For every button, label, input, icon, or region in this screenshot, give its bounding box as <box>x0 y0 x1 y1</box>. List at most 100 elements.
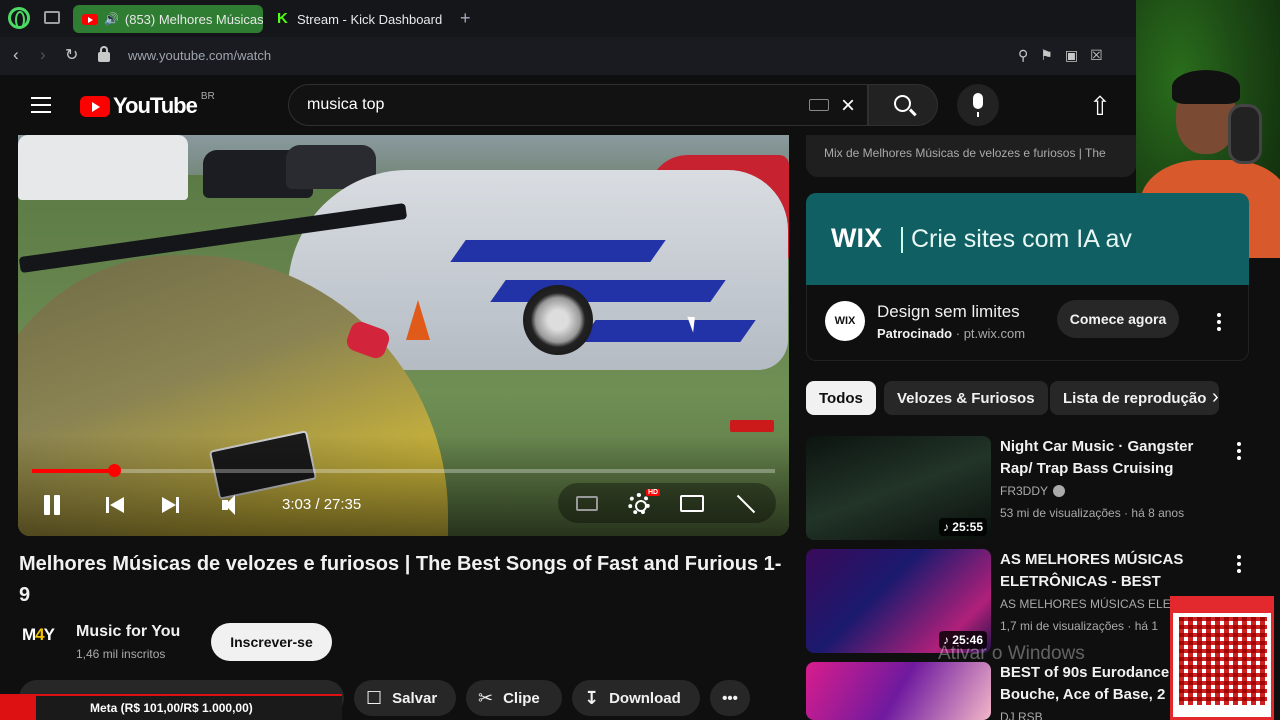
scene-traffic-cone <box>406 300 430 340</box>
search-box[interactable]: musica top × <box>288 84 868 126</box>
streamer-hair <box>1172 70 1240 104</box>
pause-icon[interactable] <box>42 495 62 517</box>
search-input[interactable]: musica top <box>307 96 384 114</box>
scene-stripe <box>450 240 666 262</box>
duration-text: 25:55 <box>952 520 983 534</box>
sponsored-label: Patrocinado <box>877 326 953 341</box>
sidebar-toggle-icon[interactable] <box>44 11 60 24</box>
recommendation-meta: 53 mi de visualizações · há 8 anos <box>1000 506 1185 520</box>
youtube-header: YouTube BR musica top × ⇧ <box>0 75 1280 135</box>
download-button[interactable]: ↧ Download <box>572 680 700 716</box>
livepix-qr-code <box>1170 596 1274 720</box>
recommendation-channel[interactable]: FR3DDY <box>1000 484 1066 498</box>
recommendation-title[interactable]: Night Car Music · Gangster Rap/ Trap Bas… <box>1000 436 1220 480</box>
back-arrow-icon[interactable]: ‹ <box>13 45 19 65</box>
save-label: Salvar <box>392 689 438 707</box>
progress-played <box>32 469 114 473</box>
ad-title[interactable]: Design sem limites <box>877 302 1020 322</box>
more-actions-button[interactable]: ••• <box>710 680 750 716</box>
recommendation-more-icon[interactable] <box>1237 442 1241 460</box>
tab-kick[interactable]: K Stream - Kick Dashboard <box>268 5 453 33</box>
forward-arrow-icon[interactable]: › <box>40 45 46 65</box>
scissors-icon: ✂ <box>478 687 494 708</box>
tab-youtube[interactable]: 🔊 (853) Melhores Músicas <box>73 5 263 33</box>
save-button[interactable]: ☐ Salvar <box>354 680 456 716</box>
duration-badge: ♪ 25:55 <box>938 518 987 536</box>
subscribe-button[interactable]: Inscrever-se <box>211 623 332 661</box>
zoom-icon[interactable]: ⚲ <box>1018 47 1028 64</box>
voice-search-button[interactable] <box>957 84 999 126</box>
ad-brand: WIX <box>831 223 882 253</box>
youtube-favicon-icon <box>82 13 98 25</box>
subscriber-count: 1,46 mil inscritos <box>76 647 166 661</box>
video-thumbnail[interactable]: ♪ 25:46 <box>806 549 991 653</box>
recommendation-channel-name: FR3DDY <box>1000 484 1049 498</box>
chip-lista-reproducao[interactable]: Lista de reprodução <box>1050 381 1220 415</box>
channel-avatar[interactable]: M4Y <box>22 625 62 657</box>
recommendation-channel[interactable]: DJ RSB <box>1000 710 1043 720</box>
scene-wheel <box>523 285 593 355</box>
ad-separator <box>901 227 903 253</box>
settings-gear-icon[interactable] <box>628 493 650 515</box>
clip-button[interactable]: ✂ Clipe <box>466 680 562 716</box>
browser-tab-strip: 🔊 (853) Melhores Músicas K Stream - Kick… <box>0 0 1280 37</box>
chip-todos[interactable]: Todos <box>806 381 876 415</box>
channel-logo-letter-c: Y <box>43 625 55 644</box>
recommendation-item[interactable]: ♪ 25:55 Night Car Music · Gangster Rap/ … <box>806 436 1246 540</box>
channel-watermark[interactable] <box>730 420 774 432</box>
snapshot-icon[interactable]: ▣ <box>1065 47 1078 64</box>
clear-search-icon[interactable]: × <box>841 92 855 120</box>
reload-icon[interactable]: ↻ <box>65 45 78 65</box>
scene-stripe <box>490 280 726 302</box>
youtube-logo[interactable]: YouTube BR <box>80 90 215 119</box>
ad-sponsor-line: Patrocinado · pt.wix.com <box>877 326 1026 341</box>
recommendation-more-icon[interactable] <box>1237 555 1241 573</box>
pin-icon[interactable]: ⚑ <box>1040 47 1053 64</box>
time-display: 3:03 / 27:35 <box>282 496 362 513</box>
ad-banner-image[interactable]: WIX Crie sites com IA av <box>806 193 1249 285</box>
clip-label: Clipe <box>503 689 540 707</box>
qr-code-image <box>1179 617 1267 705</box>
address-bar-tools: ⚲ ⚑ ▣ ☒ <box>1018 47 1103 64</box>
filter-chips: Todos Velozes & Furiosos Lista de reprod… <box>806 381 1246 415</box>
lock-icon <box>98 46 110 62</box>
url-field[interactable]: www.youtube.com/watch <box>128 48 271 63</box>
channel-name[interactable]: Music for You <box>76 623 180 641</box>
ad-info: WIX Design sem limites Patrocinado · pt.… <box>806 285 1249 361</box>
next-icon[interactable] <box>160 495 180 515</box>
speaker-icon[interactable]: 🔊 <box>104 12 119 26</box>
theater-mode-icon[interactable] <box>680 495 704 512</box>
recommendation-channel[interactable]: AS MELHORES MÚSICAS ELE <box>1000 597 1171 611</box>
volume-icon[interactable] <box>222 493 248 517</box>
ad-more-icon[interactable] <box>1217 313 1221 331</box>
advertiser-logo[interactable]: WIX <box>825 301 865 341</box>
video-thumbnail[interactable]: ♪ 25:55 <box>806 436 991 540</box>
verified-icon <box>1053 485 1066 497</box>
scrubber-knob[interactable] <box>107 464 121 477</box>
fullscreen-icon[interactable] <box>734 495 752 513</box>
download-label: Download <box>609 689 681 707</box>
upload-icon[interactable]: ⇧ <box>1089 91 1111 122</box>
opera-logo-icon[interactable] <box>8 7 30 29</box>
ad-cta-button[interactable]: Comece agora <box>1057 300 1179 338</box>
subtitles-icon[interactable] <box>576 496 598 511</box>
keyboard-icon[interactable] <box>809 99 829 111</box>
recommendation-title[interactable]: AS MELHORES MÚSICAS ELETRÔNICAS - BEST T… <box>1000 549 1220 593</box>
youtube-play-icon <box>80 95 110 117</box>
mix-playlist-card[interactable]: Mix de Melhores Músicas de velozes e fur… <box>806 135 1136 177</box>
video-thumbnail[interactable] <box>806 662 991 720</box>
adblock-icon[interactable]: ☒ <box>1090 47 1103 64</box>
video-player[interactable]: 3:03 / 27:35 HD <box>18 135 789 536</box>
previous-icon[interactable] <box>106 495 126 515</box>
search-button[interactable] <box>868 84 938 126</box>
country-code: BR <box>200 90 215 102</box>
hamburger-menu-icon[interactable] <box>31 97 51 113</box>
youtube-wordmark: YouTube <box>113 93 198 118</box>
progress-bar[interactable] <box>32 464 775 477</box>
chip-velozes-furiosos[interactable]: Velozes & Furiosos <box>884 381 1048 415</box>
qr-header <box>1173 599 1271 613</box>
new-tab-plus-icon[interactable]: + <box>460 8 471 29</box>
chips-next-arrow-icon[interactable]: › <box>1212 386 1219 409</box>
channel-logo-letter-b: 4 <box>35 625 45 644</box>
search-icon <box>894 95 911 112</box>
